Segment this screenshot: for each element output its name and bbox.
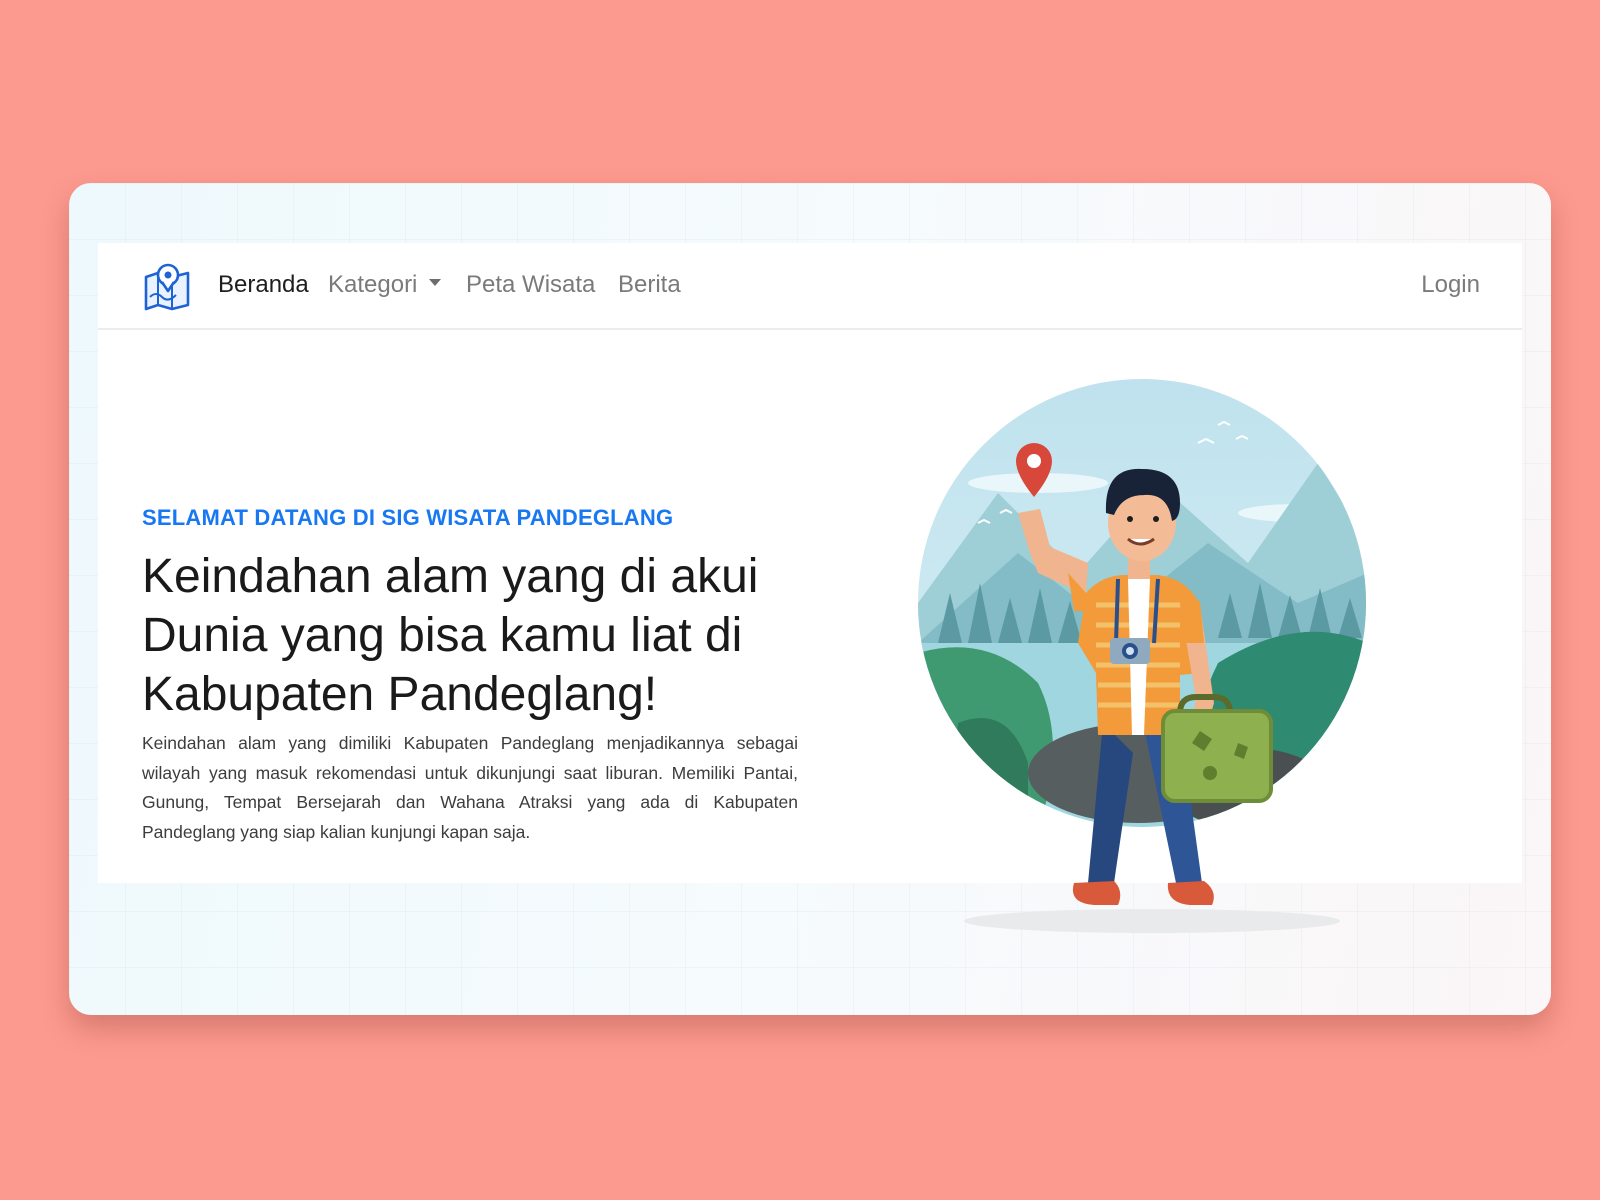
headline-line: Keindahan alam yang di akui (142, 550, 759, 603)
headline-line: Kabupaten Pandeglang! (142, 668, 658, 721)
nav-kategori-dropdown[interactable]: Kategori (328, 271, 442, 299)
showcase-card: Beranda Kategori Peta Wisata Berita Logi… (69, 183, 1551, 1015)
map-pin-logo-icon[interactable] (142, 261, 194, 311)
website-screenshot: Beranda Kategori Peta Wisata Berita Logi… (98, 243, 1522, 933)
hero-description: Keindahan alam yang dimiliki Kabupaten P… (142, 733, 798, 842)
nav-peta-wisata-label: Peta Wisata (466, 271, 596, 298)
nav-beranda[interactable]: Beranda (218, 271, 309, 299)
nav-berita[interactable]: Berita (618, 271, 681, 299)
hero-eyebrow: SELAMAT DATANG DI SIG WISATA PANDEGLANG (142, 505, 674, 530)
login-link[interactable]: Login (1421, 271, 1480, 299)
traveler-illustration (918, 379, 1366, 933)
login-label: Login (1421, 271, 1480, 298)
headline-line: Dunia yang bisa kamu liat di (142, 609, 743, 662)
nav-peta-wisata[interactable]: Peta Wisata (466, 271, 595, 299)
hero-headline: Keindahan alam yang di akui Dunia yang b… (142, 547, 822, 724)
caret-down-icon (429, 279, 442, 287)
nav-kategori-label: Kategori (328, 271, 418, 298)
nav-beranda-label: Beranda (218, 271, 309, 298)
navbar: Beranda Kategori Peta Wisata Berita Logi… (98, 243, 1522, 330)
nav-berita-label: Berita (618, 271, 681, 298)
